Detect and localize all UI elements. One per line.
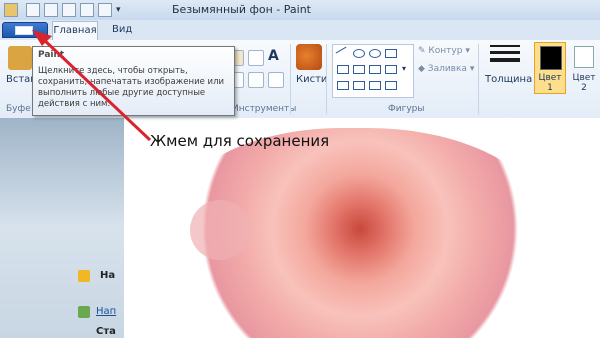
annotation-label: Жмем для сохранения xyxy=(150,132,330,150)
annotation-arrow xyxy=(32,30,152,142)
